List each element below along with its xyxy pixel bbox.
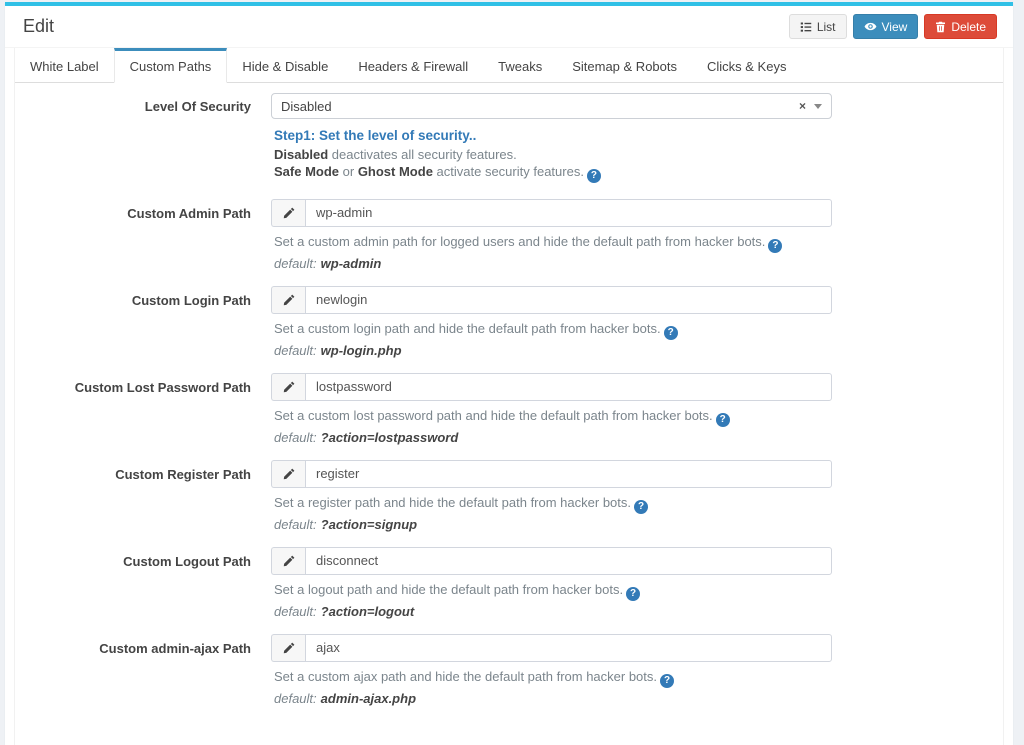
level-of-security-select[interactable]: Disabled × xyxy=(271,93,832,119)
pencil-icon xyxy=(271,633,305,662)
trash-icon xyxy=(935,21,946,33)
tab-white-label[interactable]: White Label xyxy=(15,48,114,83)
question-circle-icon[interactable]: ? xyxy=(768,238,783,253)
default-label: default: xyxy=(274,690,317,706)
text-input-group xyxy=(271,285,832,314)
pencil-icon xyxy=(271,372,305,401)
settings-tabs: White Label Custom Paths Hide & Disable … xyxy=(15,48,1003,83)
custom-admin-ajax-path-row: Custom admin-ajax Path Set a custom ajax… xyxy=(15,633,1003,707)
custom-register-path-input[interactable] xyxy=(305,459,832,488)
tab-hide-disable[interactable]: Hide & Disable xyxy=(227,48,343,83)
tab-custom-paths[interactable]: Custom Paths xyxy=(113,48,228,83)
custom-register-path-row: Custom Register Path Set a register path… xyxy=(15,459,1003,533)
custom-logout-path-input[interactable] xyxy=(305,546,832,575)
default-value: wp-admin xyxy=(320,255,382,271)
custom-login-path-row: Custom Login Path Set a custom login pat… xyxy=(15,285,1003,359)
pencil-icon xyxy=(271,285,305,314)
question-circle-icon[interactable]: ? xyxy=(660,673,675,688)
custom-login-path-input[interactable] xyxy=(305,285,832,314)
panel-header: Edit List View Delete xyxy=(5,6,1013,48)
text-input-group xyxy=(271,633,832,662)
text-input-group xyxy=(271,372,832,401)
tab-clicks-keys[interactable]: Clicks & Keys xyxy=(692,48,801,83)
question-circle-icon[interactable]: ? xyxy=(626,586,641,601)
text-input-group xyxy=(271,198,832,227)
default-value: ?action=logout xyxy=(320,603,415,619)
default-value: ?action=lostpassword xyxy=(320,429,459,445)
custom-lost-password-path-input[interactable] xyxy=(305,372,832,401)
delete-button[interactable]: Delete xyxy=(924,14,997,39)
text-input-group xyxy=(271,546,832,575)
security-help-line-2: Safe Mode or Ghost Mode activate securit… xyxy=(274,164,832,183)
page-title: Edit xyxy=(23,16,55,36)
list-button[interactable]: List xyxy=(788,14,847,39)
custom-admin-path-input[interactable] xyxy=(305,198,832,227)
field-help: Set a custom ajax path and hide the defa… xyxy=(274,669,832,688)
default-label: default: xyxy=(274,516,317,532)
field-label: Custom Login Path xyxy=(131,292,251,308)
question-circle-icon[interactable]: ? xyxy=(634,499,648,514)
field-default: default: wp-login.php xyxy=(274,343,832,359)
field-help: Set a custom login path and hide the def… xyxy=(274,321,832,340)
field-help: Set a register path and hide the default… xyxy=(274,495,832,514)
default-label: default: xyxy=(274,255,317,271)
default-label: default: xyxy=(274,429,317,445)
pencil-icon xyxy=(271,459,305,488)
edit-panel: Edit List View Delete White Label Custom… xyxy=(5,2,1013,745)
tab-sitemap-robots[interactable]: Sitemap & Robots xyxy=(557,48,692,83)
list-button-label: List xyxy=(816,19,836,34)
pencil-icon xyxy=(271,198,305,227)
header-buttons: List View Delete xyxy=(783,14,997,39)
field-default: default: ?action=logout xyxy=(274,604,832,620)
question-circle-icon[interactable]: ? xyxy=(586,168,601,183)
question-circle-icon[interactable]: ? xyxy=(663,325,678,340)
question-circle-icon[interactable]: ? xyxy=(715,412,730,427)
text-input-group xyxy=(271,459,832,488)
custom-admin-path-row: Custom Admin Path Set a custom admin pat… xyxy=(15,198,1003,272)
field-default: default: admin-ajax.php xyxy=(274,691,832,707)
field-label: Custom admin-ajax Path xyxy=(99,640,251,656)
delete-button-label: Delete xyxy=(951,19,986,34)
default-value: ?action=signup xyxy=(320,516,418,532)
view-button-label: View xyxy=(881,19,908,34)
field-help: Set a logout path and hide the default p… xyxy=(274,582,832,601)
field-label: Custom Logout Path xyxy=(123,553,251,569)
field-default: default: wp-admin xyxy=(274,256,832,272)
custom-lost-password-path-row: Custom Lost Password Path Set a custom l… xyxy=(15,372,1003,446)
field-default: default: ?action=signup xyxy=(274,517,832,533)
default-value: admin-ajax.php xyxy=(320,690,417,706)
level-of-security-row: Level Of Security Disabled × Step1: Set … xyxy=(15,93,1003,183)
settings-tab-box: White Label Custom Paths Hide & Disable … xyxy=(14,48,1004,745)
field-label: Custom Admin Path xyxy=(127,205,251,221)
default-value: wp-login.php xyxy=(320,342,402,358)
security-help-line-1: Disabled deactivates all security featur… xyxy=(274,147,517,162)
tab-tweaks[interactable]: Tweaks xyxy=(483,48,557,83)
pencil-icon xyxy=(271,546,305,575)
tab-headers-firewall[interactable]: Headers & Firewall xyxy=(343,48,483,83)
field-label: Custom Lost Password Path xyxy=(74,379,251,395)
default-label: default: xyxy=(274,603,317,619)
custom-logout-path-row: Custom Logout Path Set a logout path and… xyxy=(15,546,1003,620)
selected-option: Disabled xyxy=(281,98,332,114)
clear-selection-icon[interactable]: × xyxy=(799,99,806,113)
custom-admin-ajax-path-input[interactable] xyxy=(305,633,832,662)
field-help: Set a custom lost password path and hide… xyxy=(274,408,832,427)
field-label: Level Of Security xyxy=(144,99,251,114)
dropdown-arrow-icon xyxy=(814,103,822,109)
field-help: Set a custom admin path for logged users… xyxy=(274,234,832,253)
custom-paths-form: Level Of Security Disabled × Step1: Set … xyxy=(15,83,1003,745)
field-label: Custom Register Path xyxy=(115,466,251,482)
view-button[interactable]: View xyxy=(852,14,919,39)
eye-icon xyxy=(864,20,877,33)
list-icon xyxy=(800,21,812,33)
step-help-title: Step1: Set the level of security.. xyxy=(274,128,477,143)
field-default: default: ?action=lostpassword xyxy=(274,430,832,446)
default-label: default: xyxy=(274,342,317,358)
